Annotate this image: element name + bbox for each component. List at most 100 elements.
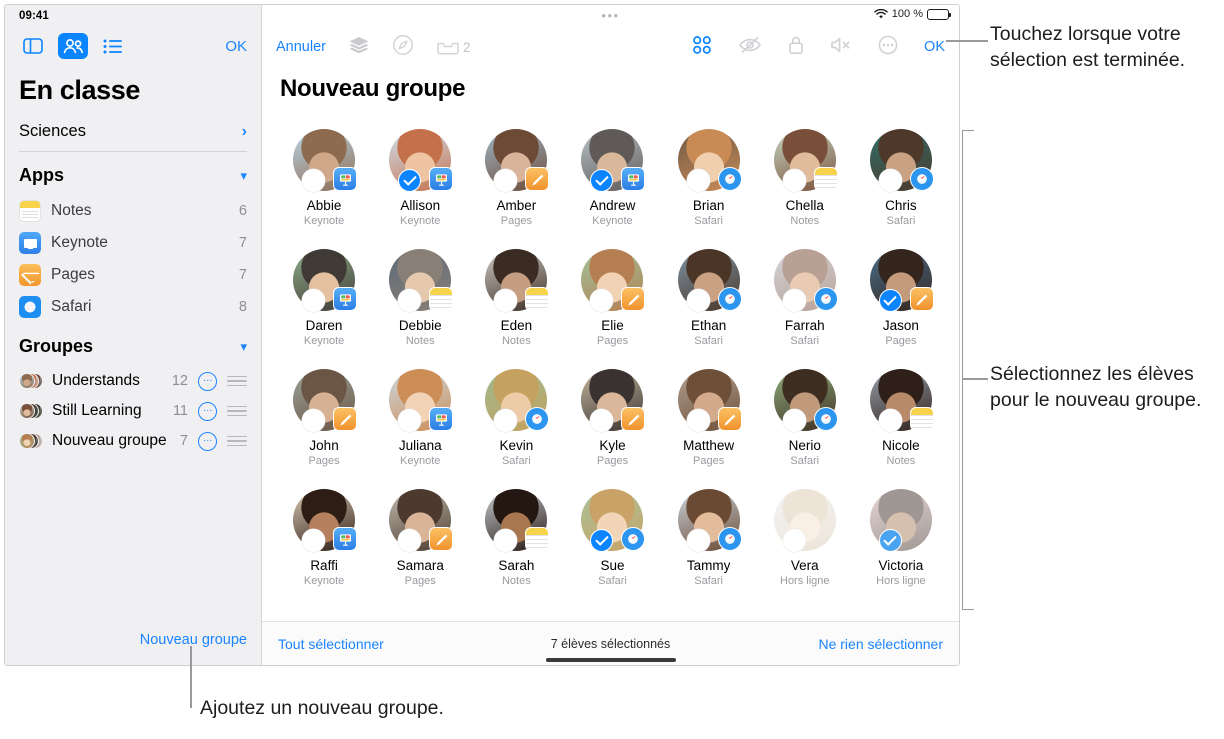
avatar[interactable]: [869, 249, 934, 312]
reorder-handle-icon[interactable]: [227, 435, 247, 447]
eye-slash-icon[interactable]: [738, 36, 762, 59]
home-indicator[interactable]: [545, 658, 676, 662]
student-card[interactable]: Sarah Notes: [468, 483, 564, 603]
cancel-button[interactable]: Annuler: [276, 39, 326, 55]
group-more-button[interactable]: …: [198, 371, 217, 391]
student-card[interactable]: Vera Hors ligne: [757, 483, 853, 603]
student-card[interactable]: Abbie Keynote: [276, 123, 372, 243]
student-card[interactable]: Allison Keynote: [372, 123, 468, 243]
avatar[interactable]: [581, 249, 646, 312]
selection-checkbox[interactable]: [878, 169, 902, 192]
sidebar-app-item-keynote[interactable]: Keynote 7: [5, 227, 261, 259]
avatar[interactable]: [773, 129, 838, 192]
avatar[interactable]: [869, 129, 934, 192]
chevron-down-icon[interactable]: ▾: [240, 168, 247, 184]
student-card[interactable]: Andrew Keynote: [564, 123, 660, 243]
student-card[interactable]: Samara Pages: [372, 483, 468, 603]
navigate-compass-icon[interactable]: [392, 34, 414, 61]
selection-checkbox[interactable]: [878, 289, 902, 312]
student-card[interactable]: Chella Notes: [757, 123, 853, 243]
group-more-button[interactable]: …: [198, 401, 217, 421]
selection-checkbox[interactable]: [686, 529, 710, 552]
avatar[interactable]: [293, 489, 358, 552]
avatar[interactable]: [389, 489, 454, 552]
student-card[interactable]: Chris Safari: [853, 123, 949, 243]
selection-checkbox[interactable]: [686, 169, 710, 192]
student-card[interactable]: Daren Keynote: [276, 243, 372, 363]
reorder-handle-icon[interactable]: [227, 375, 247, 387]
avatar[interactable]: [581, 369, 646, 432]
grid-view-icon[interactable]: [692, 35, 712, 60]
speaker-mute-icon[interactable]: [830, 36, 852, 59]
selection-checkbox[interactable]: [782, 169, 806, 192]
student-card[interactable]: Raffi Keynote: [276, 483, 372, 603]
layers-icon[interactable]: [348, 35, 370, 60]
avatar[interactable]: [581, 129, 646, 192]
avatar[interactable]: [869, 489, 932, 552]
apps-section-header[interactable]: Apps ▾: [5, 152, 261, 195]
avatar[interactable]: [293, 129, 358, 192]
lock-icon[interactable]: [788, 35, 804, 60]
ellipsis-circle-icon[interactable]: [878, 35, 898, 60]
selection-checkbox[interactable]: [686, 289, 710, 312]
student-card[interactable]: Elie Pages: [564, 243, 660, 363]
sidebar-app-item-notes[interactable]: Notes 6: [5, 195, 261, 227]
select-none-button[interactable]: Ne rien sélectionner: [818, 636, 943, 652]
student-card[interactable]: Ethan Safari: [661, 243, 757, 363]
sidebar-app-item-pages[interactable]: Pages 7: [5, 259, 261, 291]
student-card[interactable]: Victoria Hors ligne: [853, 483, 949, 603]
avatar[interactable]: [773, 369, 838, 432]
avatar[interactable]: [581, 489, 646, 552]
selection-checkbox[interactable]: [878, 529, 902, 552]
student-card[interactable]: Matthew Pages: [661, 363, 757, 483]
sidebar-group-item[interactable]: Nouveau groupe 7…: [5, 426, 261, 456]
student-card[interactable]: Amber Pages: [468, 123, 564, 243]
select-all-button[interactable]: Tout sélectionner: [278, 636, 384, 652]
avatar[interactable]: [773, 489, 836, 552]
avatar[interactable]: [677, 249, 742, 312]
student-card[interactable]: Kyle Pages: [564, 363, 660, 483]
window-grabber-icon[interactable]: •••: [601, 9, 619, 22]
sidebar-group-item[interactable]: Still Learning 11…: [5, 396, 261, 426]
selection-checkbox[interactable]: [782, 409, 806, 432]
avatar[interactable]: [485, 489, 550, 552]
student-card[interactable]: Nerio Safari: [757, 363, 853, 483]
new-group-button[interactable]: Nouveau groupe: [140, 632, 247, 648]
selection-checkbox[interactable]: [302, 529, 326, 552]
reorder-handle-icon[interactable]: [227, 405, 247, 417]
groups-section-header[interactable]: Groupes ▾: [5, 323, 261, 366]
selection-checkbox[interactable]: [878, 409, 902, 432]
selection-checkbox[interactable]: [302, 289, 326, 312]
student-card[interactable]: Eden Notes: [468, 243, 564, 363]
avatar[interactable]: [677, 129, 742, 192]
student-card[interactable]: Nicole Notes: [853, 363, 949, 483]
avatar[interactable]: [389, 369, 454, 432]
student-card[interactable]: Kevin Safari: [468, 363, 564, 483]
student-card[interactable]: Debbie Notes: [372, 243, 468, 363]
selection-checkbox[interactable]: [782, 529, 806, 552]
avatar[interactable]: [485, 369, 550, 432]
selection-checkbox[interactable]: [782, 289, 806, 312]
student-card[interactable]: John Pages: [276, 363, 372, 483]
people-icon[interactable]: [58, 33, 88, 59]
avatar[interactable]: [869, 369, 934, 432]
sidebar-group-item[interactable]: Understands 12…: [5, 366, 261, 396]
avatar[interactable]: [677, 489, 742, 552]
student-card[interactable]: Juliana Keynote: [372, 363, 468, 483]
selection-checkbox[interactable]: [302, 409, 326, 432]
selection-checkbox[interactable]: [302, 169, 326, 192]
avatar[interactable]: [293, 369, 358, 432]
avatar[interactable]: [485, 249, 550, 312]
student-card[interactable]: Tammy Safari: [661, 483, 757, 603]
avatar[interactable]: [773, 249, 838, 312]
avatar[interactable]: [677, 369, 742, 432]
student-card[interactable]: Brian Safari: [661, 123, 757, 243]
selection-checkbox[interactable]: [686, 409, 710, 432]
avatar[interactable]: [293, 249, 358, 312]
student-card[interactable]: Farrah Safari: [757, 243, 853, 363]
sidebar-layout-icon[interactable]: [18, 33, 48, 59]
main-done-button[interactable]: OK: [924, 39, 945, 55]
student-card[interactable]: Jason Pages: [853, 243, 949, 363]
inbox-tray-icon[interactable]: 2: [436, 38, 471, 56]
sidebar-app-item-safari[interactable]: Safari 8: [5, 291, 261, 323]
